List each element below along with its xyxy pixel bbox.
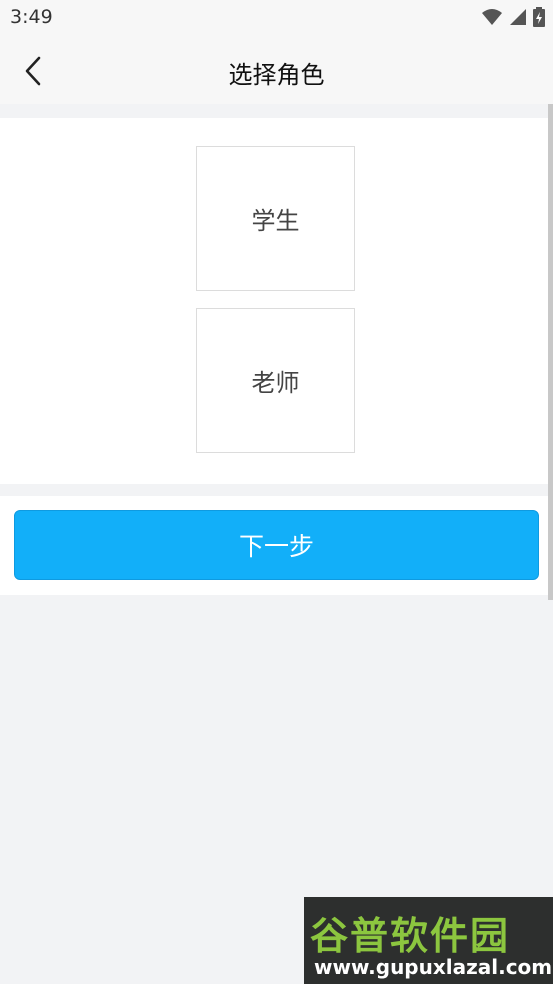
battery-charging-icon [533, 7, 545, 27]
next-button[interactable]: 下一步 [14, 510, 539, 580]
status-time: 3:49 [10, 6, 53, 28]
role-card-teacher[interactable]: 老师 [196, 308, 355, 453]
watermark: 谷普软件园 www.gupuxlazal.com [304, 897, 553, 984]
status-bar: 3:49 [0, 0, 553, 36]
watermark-brand: 谷普软件园 [310, 914, 511, 958]
role-card-student[interactable]: 学生 [196, 146, 355, 291]
role-panel: 学生 老师 [0, 118, 548, 484]
status-icons [481, 7, 545, 27]
wifi-icon [482, 9, 502, 25]
watermark-url: www.gupuxlazal.com [314, 955, 553, 979]
header: 选择角色 [0, 36, 553, 104]
signal-icon [510, 9, 526, 25]
page-title: 选择角色 [228, 61, 325, 89]
button-panel: 下一步 [0, 496, 548, 595]
scrollbar[interactable] [548, 104, 553, 600]
